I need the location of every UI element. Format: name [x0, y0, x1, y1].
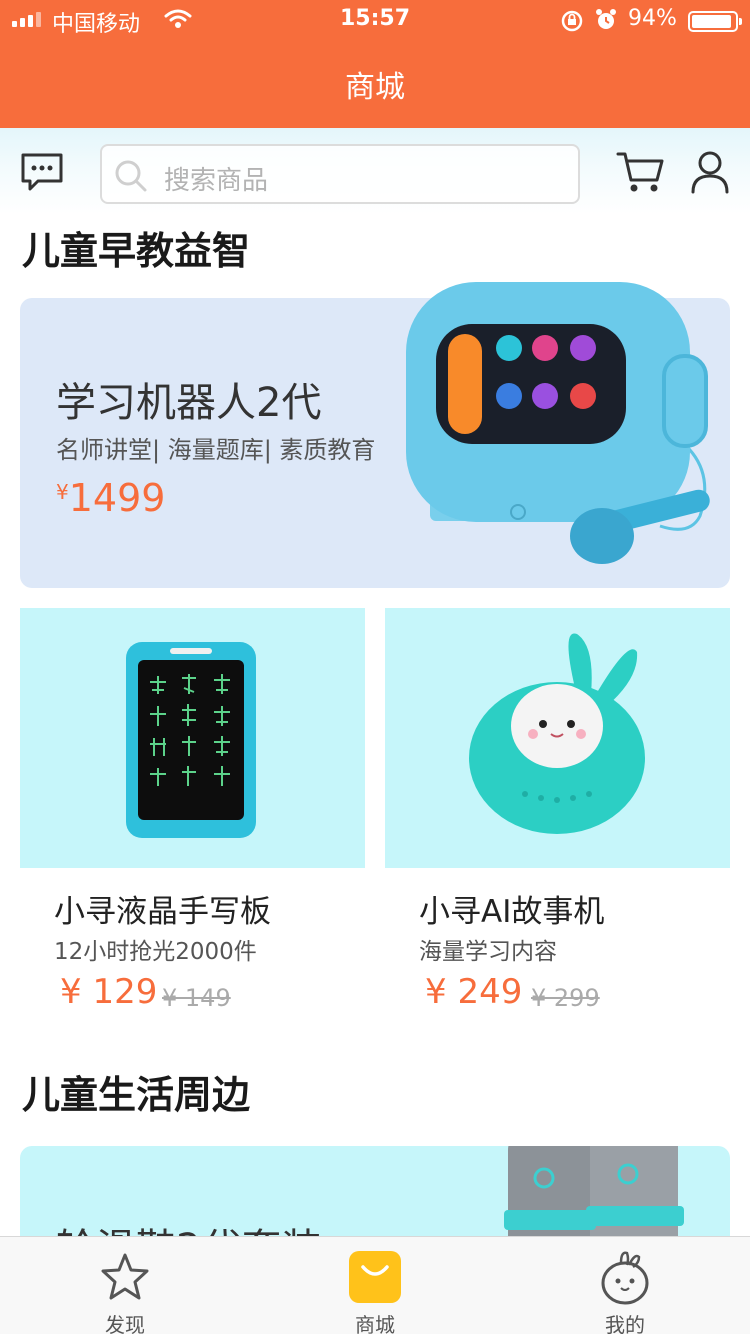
banner-price: ¥1499	[56, 476, 166, 520]
top-bar: 中国移动 15:57 94% 商城	[0, 0, 750, 128]
user-icon[interactable]	[690, 150, 730, 194]
search-row: 搜索商品	[0, 128, 750, 214]
search-input[interactable]: 搜索商品	[100, 144, 580, 204]
section-title-early-education: 儿童早教益智	[22, 229, 251, 273]
product-image-area	[385, 608, 730, 868]
search-icon	[115, 160, 147, 192]
tab-discover[interactable]: 发现	[0, 1237, 250, 1334]
tab-label: 发现	[105, 1313, 145, 1334]
banner-subtitle: 名师讲堂| 海量题库| 素质教育	[56, 436, 376, 464]
tab-bar: 发现 商城 我的	[0, 1236, 750, 1334]
product-card-writing-board[interactable]: 小寻液晶手写板 12小时抢光2000件 ¥ 129 ¥ 149	[20, 608, 365, 1012]
battery-icon	[688, 11, 742, 32]
product-price: ¥ 249	[425, 972, 523, 1012]
search-placeholder: 搜索商品	[164, 166, 269, 196]
tab-label: 商城	[355, 1313, 395, 1334]
section-title-lifestyle: 儿童生活周边	[22, 1073, 251, 1117]
tab-shop[interactable]: 商城	[250, 1237, 500, 1334]
product-desc: 12小时抢光2000件	[54, 939, 257, 965]
product-card-story-machine[interactable]: 小寻AI故事机 海量学习内容 ¥ 249 ¥ 299	[385, 608, 730, 1012]
banner-title: 学习机器人2代	[56, 380, 322, 426]
robot-banner[interactable]: 学习机器人2代 名师讲堂| 海量题库| 素质教育 ¥1499	[20, 282, 730, 588]
product-price: ¥ 129	[60, 972, 158, 1012]
shop-bag-icon	[349, 1251, 401, 1303]
bunny-face-icon	[601, 1251, 649, 1305]
product-image-area	[20, 608, 365, 868]
tab-label: 我的	[605, 1313, 645, 1334]
battery-percent: 94%	[628, 6, 677, 31]
product-old-price: ¥ 299	[531, 984, 600, 1012]
writing-board-image	[126, 642, 256, 838]
status-bar: 中国移动 15:57 94%	[0, 0, 750, 40]
story-machine-image	[469, 633, 645, 834]
page-title: 商城	[345, 70, 405, 105]
cart-icon[interactable]	[616, 150, 664, 194]
product-desc: 海量学习内容	[419, 939, 557, 965]
product-name: 小寻液晶手写板	[54, 894, 271, 930]
tab-mine[interactable]: 我的	[500, 1237, 750, 1334]
product-name: 小寻AI故事机	[419, 894, 605, 930]
star-icon	[101, 1253, 149, 1300]
product-old-price: ¥ 149	[162, 984, 231, 1012]
alarm-icon	[596, 9, 616, 29]
robot-product-image	[406, 282, 710, 564]
rotation-lock-icon	[561, 10, 583, 32]
message-icon[interactable]	[20, 152, 64, 192]
